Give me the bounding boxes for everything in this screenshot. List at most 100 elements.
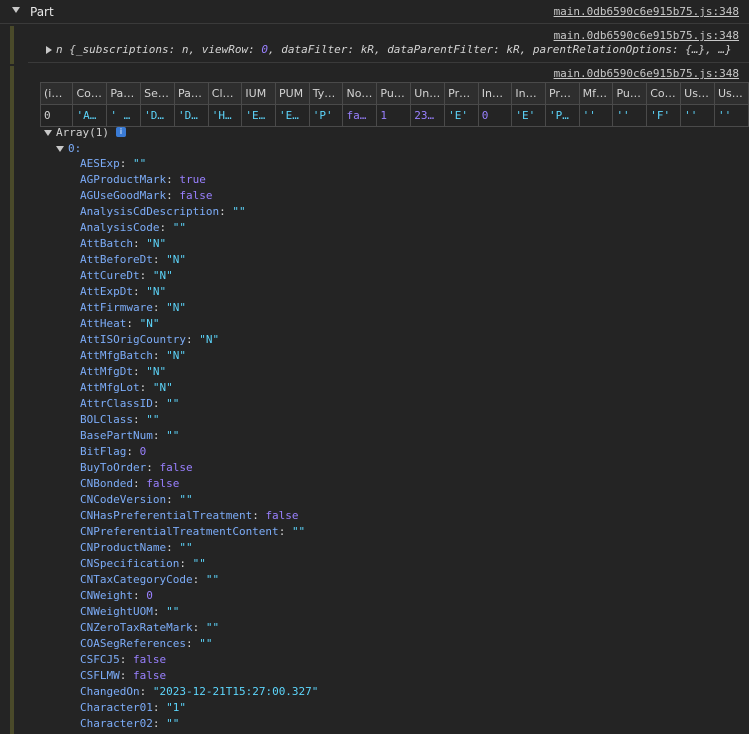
property-key: AttHeat xyxy=(80,317,127,330)
object-summary[interactable]: n {_subscriptions: n, viewRow: 0, dataFi… xyxy=(56,43,732,56)
property-value: "N" xyxy=(166,301,186,314)
table-column-header[interactable]: Pu… xyxy=(376,82,412,105)
table-column-header[interactable]: In… xyxy=(477,82,513,105)
property-row[interactable]: AttExpDt: "N" xyxy=(80,284,318,300)
property-value: "" xyxy=(179,541,193,554)
property-row[interactable]: CNHasPreferentialTreatment: false xyxy=(80,508,318,524)
chevron-down-icon[interactable] xyxy=(12,7,20,13)
property-row[interactable]: CNCodeVersion: "" xyxy=(80,492,318,508)
property-row[interactable]: AttMfgBatch: "N" xyxy=(80,348,318,364)
property-value: "N" xyxy=(146,237,167,250)
property-value: "" xyxy=(205,573,220,586)
table-cell: 'E' xyxy=(511,104,546,127)
property-row[interactable]: AESExp: "" xyxy=(80,156,318,172)
property-row[interactable]: AttISOrigCountry: "N" xyxy=(80,332,318,348)
property-row[interactable]: AttBatch: "N" xyxy=(80,236,318,252)
table-cell: 23… xyxy=(410,104,446,127)
collapse-arrow-icon[interactable] xyxy=(44,130,52,136)
property-row[interactable]: CNWeightUOM: "" xyxy=(80,604,318,620)
property-row[interactable]: ChangedOn: "2023-12-21T15:27:00.327" xyxy=(80,684,318,700)
table-column-header[interactable]: Mf… xyxy=(578,82,614,105)
property-row[interactable]: AttHeat: "N" xyxy=(80,316,318,332)
property-row[interactable]: CNWeight: 0 xyxy=(80,588,318,604)
property-row[interactable]: CNBonded: false xyxy=(80,476,318,492)
summary-key: parentRelationOptions xyxy=(532,43,672,56)
property-row[interactable]: Character02: "" xyxy=(80,716,318,732)
property-row[interactable]: COASegReferences: "" xyxy=(80,636,318,652)
expand-arrow-icon[interactable] xyxy=(46,46,52,54)
table-cell: 'E' xyxy=(444,104,479,127)
table-column-header[interactable]: Pu… xyxy=(612,82,648,105)
property-row[interactable]: CSFCJ5: false xyxy=(80,652,318,668)
property-row[interactable]: Character01: "1" xyxy=(80,700,318,716)
property-separator: : xyxy=(166,493,180,506)
table-column-header[interactable]: Pa… xyxy=(106,82,142,105)
property-row[interactable]: AnalysisCode: "" xyxy=(80,220,318,236)
table-cell: '' xyxy=(680,104,715,127)
property-value: "1" xyxy=(166,701,186,714)
property-value: false xyxy=(265,509,299,522)
table-column-header[interactable]: Un… xyxy=(410,82,446,105)
table-cell: 'D… xyxy=(140,104,175,127)
property-row[interactable]: CNSpecification: "" xyxy=(80,556,318,572)
array-label[interactable]: Array(1) xyxy=(56,126,109,139)
table-column-header[interactable]: Us… xyxy=(713,82,749,105)
property-separator: : xyxy=(152,717,167,730)
table-cell: 'A… xyxy=(72,104,108,127)
property-key: BOLClass xyxy=(80,413,133,426)
table-cell: 1 xyxy=(376,104,412,127)
table-column-header[interactable]: Pa… xyxy=(173,82,209,105)
property-row[interactable]: BuyToOrder: false xyxy=(80,460,318,476)
table-column-header[interactable]: (i… xyxy=(39,82,74,105)
property-row[interactable]: AttBeforeDt: "N" xyxy=(80,252,318,268)
group-indent-bar xyxy=(10,26,14,64)
property-row[interactable]: BitFlag: 0 xyxy=(80,444,318,460)
property-separator: : xyxy=(146,461,160,474)
table-column-header[interactable]: Se… xyxy=(140,82,175,105)
property-key: AGProductMark xyxy=(80,173,167,186)
property-row[interactable]: BOLClass: "" xyxy=(80,412,318,428)
property-row[interactable]: AttMfgLot: "N" xyxy=(80,380,318,396)
property-separator: : xyxy=(152,429,167,442)
property-row[interactable]: CNZeroTaxRateMark: "" xyxy=(80,620,318,636)
property-row[interactable]: CNTaxCategoryCode: "" xyxy=(80,572,318,588)
property-separator: : xyxy=(252,509,266,522)
table-column-header[interactable]: Cl… xyxy=(207,82,243,105)
property-key: AttCureDt xyxy=(80,269,140,282)
table-column-header[interactable]: PUM xyxy=(274,82,310,105)
property-list: AESExp: "" AGProductMark: true AGUseGoodMa… xyxy=(80,156,318,732)
property-row[interactable]: AnalysisCdDescription: "" xyxy=(80,204,318,220)
table-cell: 'P… xyxy=(544,104,580,127)
property-row[interactable]: CNProductName: "" xyxy=(80,540,318,556)
table-column-header[interactable]: IUM xyxy=(241,82,276,105)
property-row[interactable]: AttMfgDt: "N" xyxy=(80,364,318,380)
property-key: AttMfgLot xyxy=(80,381,140,394)
property-key: AGUseGoodMark xyxy=(80,189,167,202)
table-column-header[interactable]: Co… xyxy=(646,82,682,105)
table-column-header[interactable]: Co… xyxy=(72,82,108,105)
property-row[interactable]: AttFirmware: "N" xyxy=(80,300,318,316)
property-row[interactable]: AttrClassID: "" xyxy=(80,396,318,412)
collapse-arrow-icon[interactable] xyxy=(56,146,64,152)
array-index-label[interactable]: 0: xyxy=(68,142,81,155)
console-group-header[interactable]: Part main.0db6590c6e915b75.js:348 xyxy=(0,0,749,24)
source-link[interactable]: main.0db6590c6e915b75.js:348 xyxy=(554,67,739,80)
source-link[interactable]: main.0db6590c6e915b75.js:348 xyxy=(554,5,739,18)
property-row[interactable]: AttCureDt: "N" xyxy=(80,268,318,284)
summary-key: viewRow xyxy=(201,43,249,56)
property-row[interactable]: BasePartNum: "" xyxy=(80,428,318,444)
table-column-header[interactable]: No… xyxy=(342,82,378,105)
table-column-header[interactable]: Ty… xyxy=(308,82,344,105)
property-row[interactable]: CSFLMW: false xyxy=(80,668,318,684)
table-column-header[interactable]: Pr… xyxy=(444,82,479,105)
info-icon[interactable]: i xyxy=(116,127,126,137)
property-separator: : xyxy=(132,589,147,602)
table-column-header[interactable]: Pr… xyxy=(544,82,580,105)
table-column-header[interactable]: Us… xyxy=(680,82,715,105)
property-row[interactable]: AGProductMark: true xyxy=(80,172,318,188)
property-row[interactable]: CNPreferentialTreatmentContent: "" xyxy=(80,524,318,540)
source-link[interactable]: main.0db6590c6e915b75.js:348 xyxy=(554,29,739,42)
table-column-header[interactable]: In… xyxy=(511,82,546,105)
property-row[interactable]: AGUseGoodMark: false xyxy=(80,188,318,204)
property-key: AESExp xyxy=(80,157,120,170)
